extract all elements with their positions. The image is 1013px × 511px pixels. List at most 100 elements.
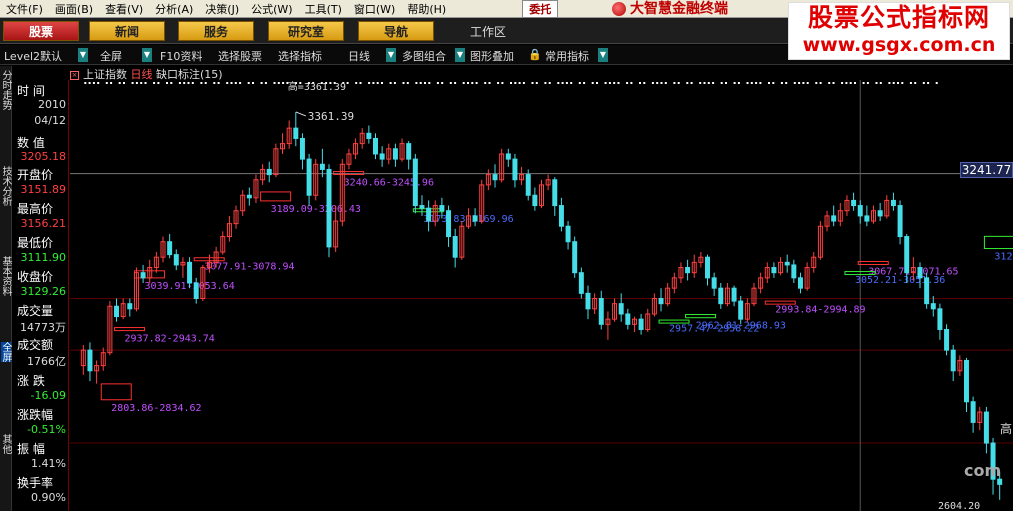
top-star-dot	[639, 82, 641, 84]
candlestick-chart[interactable]: 2803.86-2834.62 2937.82-2943.74 3039.91-30…	[70, 80, 1013, 511]
candle-body	[558, 205, 564, 227]
top-star-dot	[140, 82, 143, 84]
top-star-dot	[346, 82, 349, 84]
candle-body	[439, 205, 445, 212]
menu-analysis[interactable]: 分析(A)	[149, 1, 199, 17]
tab-intraday[interactable]: 分时走势	[0, 70, 11, 110]
fullscreen-dropdown-icon[interactable]: ▼	[142, 48, 152, 62]
top-star-dot	[862, 82, 865, 84]
top-star-dot	[626, 82, 629, 84]
top-star-dot	[866, 82, 869, 84]
top-star-dot	[84, 82, 87, 84]
top-star-dot	[419, 82, 422, 84]
candle-body	[791, 264, 797, 279]
multi-combo-dropdown-icon[interactable]: ▼	[455, 48, 465, 62]
level2-dropdown-icon[interactable]: ▼	[78, 48, 88, 62]
top-star-dot	[368, 82, 371, 84]
workspace-label[interactable]: 工作区	[470, 23, 506, 40]
watermark-small: com	[964, 461, 1002, 480]
top-star-dot	[471, 82, 474, 84]
candle-body	[598, 298, 604, 325]
top-star-dot	[604, 82, 607, 84]
top-star-dot	[927, 82, 930, 84]
level2-selector[interactable]: Level2默认	[4, 48, 62, 64]
tab-technical[interactable]: 技术分析	[0, 166, 11, 206]
candle-body	[784, 261, 790, 266]
candle-body	[87, 349, 93, 372]
candle-body	[950, 349, 956, 372]
top-star-dot	[922, 82, 925, 84]
candle-body	[419, 205, 425, 209]
top-star-dot	[570, 82, 573, 84]
top-star-dot	[475, 82, 478, 84]
menu-screen[interactable]: 画面(B)	[49, 1, 99, 17]
top-star-dot	[832, 82, 835, 84]
f10-button[interactable]: F10资料	[160, 48, 202, 64]
menu-tools[interactable]: 工具(T)	[299, 1, 348, 17]
top-star-dot	[282, 82, 285, 84]
candle-body	[917, 267, 923, 279]
menu-decision[interactable]: 决策(J)	[199, 1, 245, 17]
change-label: 涨 跌	[17, 374, 45, 388]
top-star-dot	[372, 82, 375, 84]
period-dropdown-icon[interactable]: ▼	[386, 48, 396, 62]
menu-help[interactable]: 帮助(H)	[401, 1, 452, 17]
gap-label: 3189.09-3206.43	[271, 204, 361, 215]
close-icon[interactable]: ×	[70, 70, 79, 80]
menu-formula[interactable]: 公式(W)	[245, 1, 298, 17]
watermark-title: 股票公式指标网	[807, 3, 990, 32]
trade-button[interactable]: 委托	[522, 0, 559, 18]
gap-box	[685, 314, 717, 319]
chart-svg[interactable]: 2803.86-2834.622937.82-2943.743039.91-30…	[70, 80, 1013, 511]
top-star-dot	[780, 82, 783, 84]
top-star-dot	[677, 82, 680, 84]
candle-body	[472, 215, 478, 222]
menu-window[interactable]: 窗口(W)	[348, 1, 401, 17]
select-indicator-button[interactable]: 选择指标	[278, 48, 322, 64]
chart-header: × 上证指数 日线 缺口标注(15)	[70, 66, 1013, 81]
multi-combo-button[interactable]: 多图组合	[402, 48, 446, 64]
period-selector[interactable]: 日线	[348, 48, 370, 64]
candle-body	[426, 207, 432, 222]
left-tab-strip: 分时走势 技术分析 基本资料 全屏 其他	[0, 66, 12, 511]
select-stock-button[interactable]: 选择股票	[218, 48, 262, 64]
top-star-dot	[110, 82, 113, 84]
top-star-dot	[381, 82, 383, 84]
top-star-dot	[359, 82, 362, 84]
menu-view[interactable]: 查看(V)	[99, 1, 149, 17]
candle-body	[193, 282, 199, 299]
common-indicators-dropdown-icon[interactable]: ▼	[598, 48, 608, 62]
top-star-dot	[230, 82, 233, 84]
gap-label: 3077.91-3078.94	[204, 261, 294, 272]
service-button[interactable]: 服务	[178, 21, 254, 41]
top-star-dot	[841, 82, 844, 84]
high-value: 3156.21	[20, 217, 67, 230]
top-star-dot	[897, 82, 899, 84]
value-value: 3205.18	[20, 150, 67, 163]
top-star-dot	[617, 82, 620, 84]
candle-body	[373, 137, 378, 155]
top-star-dot	[406, 82, 409, 84]
menu-file[interactable]: 文件(F)	[0, 1, 49, 17]
lock-icon[interactable]: 🔒	[528, 48, 542, 61]
candle-body	[638, 318, 644, 330]
change-pct-label: 涨跌幅	[17, 408, 54, 422]
stocks-button[interactable]: 股票	[3, 21, 79, 41]
tab-fundamentals[interactable]: 基本资料	[0, 256, 11, 296]
candle-body	[505, 153, 511, 160]
overlay-button[interactable]: 图形叠加	[470, 48, 514, 64]
top-star-dot	[772, 82, 775, 84]
news-button[interactable]: 新闻	[89, 21, 165, 41]
tab-other[interactable]: 其他	[0, 434, 11, 454]
fullscreen-button[interactable]: 全屏	[100, 48, 122, 64]
candle-body	[877, 210, 883, 217]
top-star-dot	[845, 82, 848, 84]
navigate-button[interactable]: 导航	[358, 21, 434, 41]
common-indicators-button[interactable]: 常用指标	[545, 48, 589, 64]
tab-fullscreen[interactable]: 全屏	[0, 342, 11, 362]
time-date: 04/12	[34, 114, 66, 127]
candle-body	[797, 277, 803, 289]
research-button[interactable]: 研究室	[268, 21, 344, 41]
top-star-dot	[935, 82, 938, 84]
top-star-dot	[613, 82, 616, 84]
